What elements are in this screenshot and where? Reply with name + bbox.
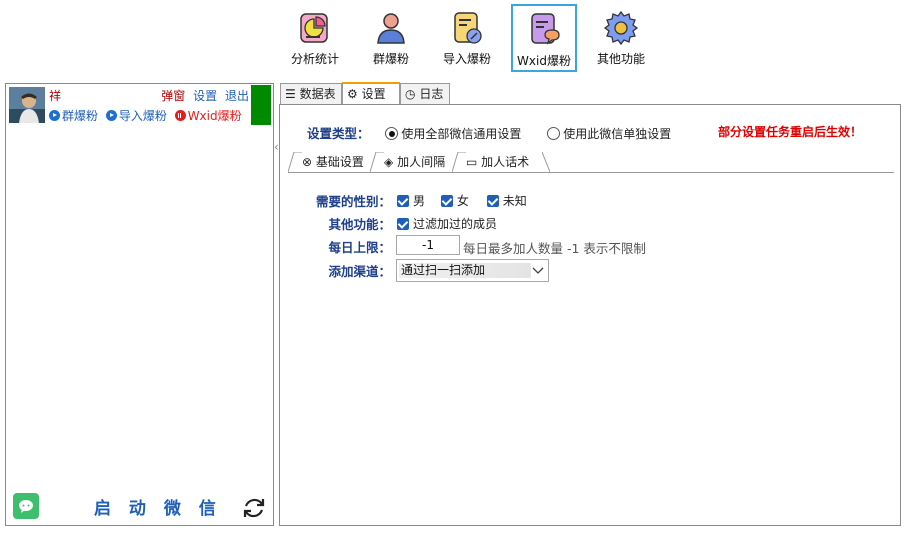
tab-log-label: 日志 bbox=[419, 87, 444, 101]
subtab-greeting[interactable]: ▭ 加人话术 bbox=[452, 152, 550, 172]
gender-male-label: 男 bbox=[413, 194, 426, 208]
global-settings-option-label: 使用全部微信通用设置 bbox=[401, 127, 522, 141]
other-functions-label: 其他功能： bbox=[328, 217, 391, 232]
clock-icon: ◷ bbox=[405, 87, 416, 101]
group-fans-action[interactable]: 群爆粉 bbox=[49, 107, 98, 124]
gender-label: 需要的性别： bbox=[315, 194, 391, 209]
pause-icon bbox=[174, 110, 186, 121]
interval-icon: ◈ bbox=[384, 155, 394, 169]
add-channel-label: 添加渠道： bbox=[328, 264, 391, 279]
global-settings-option[interactable]: 使用全部微信通用设置 bbox=[385, 127, 521, 141]
subtab-greeting-label: 加人话术 bbox=[481, 155, 530, 169]
gender-options: 男 女 未知 bbox=[397, 192, 527, 209]
single-settings-option[interactable]: 使用此微信单独设置 bbox=[547, 127, 671, 141]
toolbar-other-functions-label: 其他功能 bbox=[596, 52, 645, 66]
message-icon: ▭ bbox=[466, 155, 478, 169]
subtab-basic-settings-label: 基础设置 bbox=[315, 155, 364, 169]
import-fans-action-label: 导入爆粉 bbox=[118, 109, 167, 123]
list-icon: ☰ bbox=[285, 87, 296, 101]
play-icon bbox=[105, 110, 117, 121]
single-settings-radio[interactable] bbox=[547, 127, 561, 140]
gender-female-checkbox[interactable]: 女 bbox=[440, 194, 469, 208]
single-settings-option-label: 使用此微信单独设置 bbox=[563, 127, 672, 141]
wechat-icon bbox=[19, 500, 33, 513]
group-fans-action-label: 群爆粉 bbox=[62, 109, 99, 123]
chevron-down-icon bbox=[532, 267, 544, 274]
subtab-edge bbox=[452, 152, 466, 172]
toolbar-import-fans-label: 导入爆粉 bbox=[442, 52, 491, 66]
gender-female-label: 女 bbox=[456, 194, 469, 208]
pie-chart-icon bbox=[300, 13, 328, 43]
toolbar-analytics-button[interactable]: 分析统计 bbox=[282, 4, 348, 72]
toolbar-group-fans-label: 群爆粉 bbox=[372, 52, 409, 66]
toolbar-import-fans-button[interactable]: 导入爆粉 bbox=[434, 4, 500, 72]
subtab-edge bbox=[370, 152, 384, 172]
play-icon bbox=[49, 110, 60, 121]
account-actions: 群爆粉 导入爆粉 Wxid爆粉 bbox=[49, 107, 246, 124]
add-channel-value: 通过扫一扫添加 bbox=[399, 263, 531, 278]
tab-data-table[interactable]: ☰ 数据表 bbox=[280, 83, 342, 104]
refresh-icon[interactable] bbox=[241, 495, 267, 521]
user-group-icon bbox=[377, 13, 405, 44]
account-settings-link[interactable]: 设置 bbox=[193, 89, 217, 103]
gear-icon: ⚙ bbox=[347, 87, 358, 101]
logout-link[interactable]: 退出 bbox=[225, 89, 249, 103]
subtab-edge bbox=[542, 152, 550, 172]
filter-added-checkbox[interactable]: 过滤加过的成员 bbox=[397, 215, 497, 232]
checkbox-checked[interactable] bbox=[397, 218, 409, 230]
account-links: 弹窗 设置 退出 bbox=[157, 87, 249, 104]
gender-unknown-checkbox[interactable]: 未知 bbox=[486, 194, 527, 208]
avatar[interactable] bbox=[9, 87, 45, 123]
tab-log[interactable]: ◷ 日志 bbox=[400, 83, 450, 104]
gear-icon bbox=[603, 10, 639, 46]
account-panel: 祥 弹窗 设置 退出 群爆粉 导入爆粉 Wxid爆粉 启 动 微 信 bbox=[5, 83, 274, 526]
wxid-fans-action-label: Wxid爆粉 bbox=[187, 109, 242, 123]
daily-limit-input[interactable]: -1 bbox=[396, 235, 460, 255]
gender-male-checkbox[interactable]: 男 bbox=[397, 194, 425, 208]
global-settings-radio[interactable] bbox=[385, 127, 399, 140]
tab-settings[interactable]: ⚙ 设置 bbox=[342, 82, 400, 105]
checkbox-checked[interactable] bbox=[486, 195, 499, 207]
wechat-button[interactable] bbox=[13, 493, 39, 519]
subtab-add-interval-label: 加人间隔 bbox=[397, 155, 446, 169]
add-channel-select[interactable]: 通过扫一扫添加 bbox=[396, 259, 549, 282]
tab-settings-label: 设置 bbox=[361, 87, 386, 101]
daily-limit-label: 每日上限： bbox=[328, 240, 391, 255]
toolbar-wxid-fans-button[interactable]: Wxid爆粉 bbox=[511, 4, 577, 72]
settings-type-row: 设置类型： 使用全部微信通用设置 使用此微信单独设置 bbox=[307, 123, 671, 142]
settings-small-icon: ⊗ bbox=[302, 155, 313, 169]
subtab-edge bbox=[288, 152, 302, 172]
start-wechat-button[interactable]: 启 动 微 信 bbox=[94, 494, 222, 519]
daily-limit-hint: 每日最多加人数量 -1 表示不限制 bbox=[463, 241, 646, 256]
account-name: 祥 bbox=[49, 89, 62, 103]
gender-unknown-label: 未知 bbox=[502, 194, 527, 208]
settings-type-label: 设置类型： bbox=[307, 126, 370, 141]
wxid-fans-action[interactable]: Wxid爆粉 bbox=[174, 107, 242, 124]
online-status-indicator bbox=[251, 85, 271, 125]
chat-note-icon bbox=[531, 13, 560, 45]
tab-data-table-label: 数据表 bbox=[299, 87, 336, 101]
restart-warning: 部分设置任务重启后生效！ bbox=[718, 125, 863, 139]
toolbar-analytics-label: 分析统计 bbox=[290, 52, 339, 66]
settings-subtabs: ⊗ 基础设置 ◈ 加人间隔 ▭ 加人话术 bbox=[288, 152, 894, 173]
import-fans-action[interactable]: 导入爆粉 bbox=[105, 107, 167, 124]
toolbar-other-functions-button[interactable]: 其他功能 bbox=[588, 4, 654, 72]
checkbox-checked[interactable] bbox=[397, 195, 409, 207]
checkbox-checked[interactable] bbox=[440, 195, 453, 207]
toolbar-group-fans-button[interactable]: 群爆粉 bbox=[358, 4, 424, 72]
settings-panel: 设置类型： 使用全部微信通用设置 使用此微信单独设置 部分设置任务重启后生效！ … bbox=[279, 104, 901, 526]
toolbar-wxid-fans-label: Wxid爆粉 bbox=[517, 54, 571, 68]
filter-added-label: 过滤加过的成员 bbox=[413, 217, 498, 231]
import-note-icon bbox=[454, 12, 482, 44]
popup-link[interactable]: 弹窗 bbox=[161, 89, 185, 103]
